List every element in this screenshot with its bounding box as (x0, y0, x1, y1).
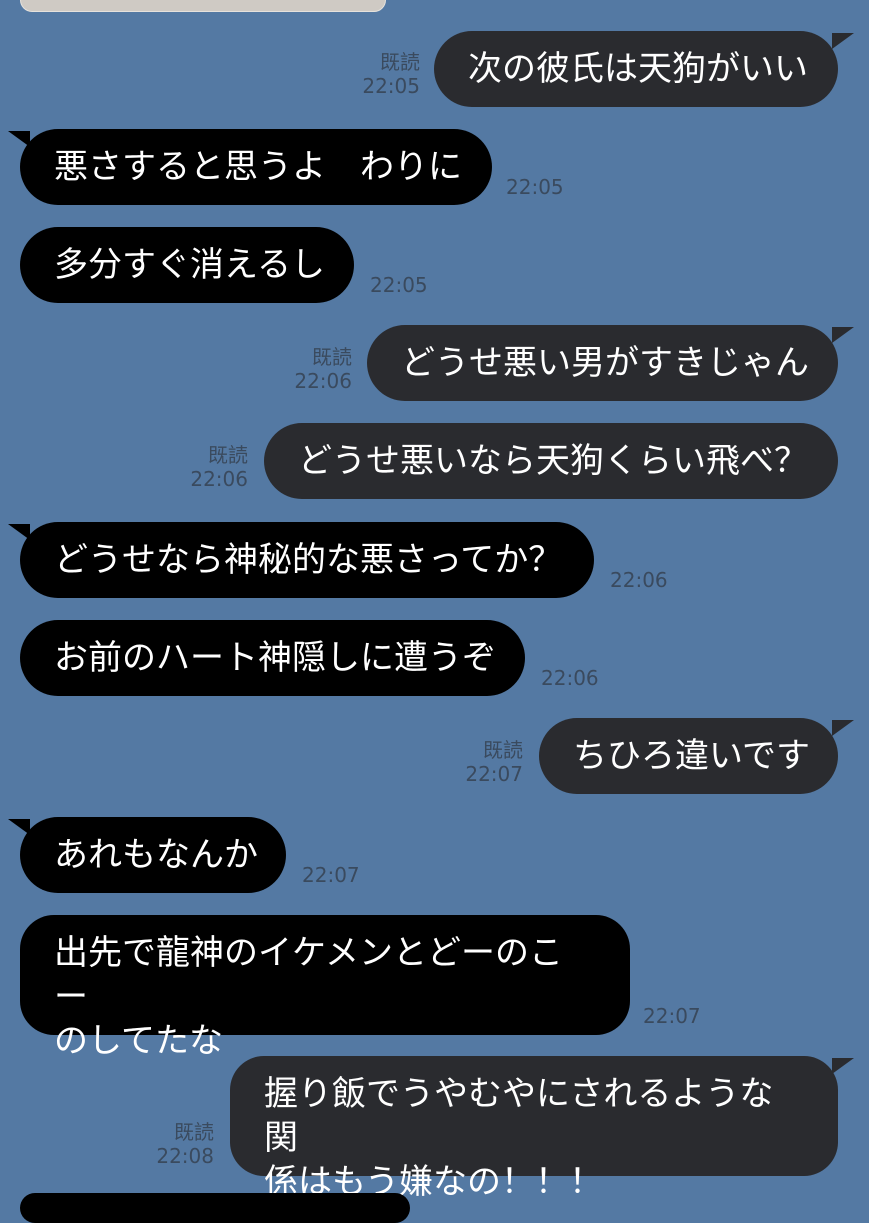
timestamp: 22:06 (541, 666, 599, 690)
bubble-tail (8, 524, 30, 540)
message-text: どうせ悪いなら天狗くらい飛べ？ (298, 441, 808, 481)
message-text: お前のハート神隠しに遭うぞ (54, 638, 496, 678)
message-bubble-outgoing[interactable]: どうせ悪い男がすきじゃん (367, 325, 838, 401)
message-text: どうせなら神秘的な悪さってか？ (54, 540, 563, 580)
bubble-tail (832, 327, 854, 343)
message-text-line: 握り飯でうやむやにされるような関 (264, 1074, 774, 1158)
bubble-tail (832, 1058, 854, 1074)
message-text: 悪さすると思うよ わりに (54, 147, 462, 187)
message-bubble-incoming[interactable]: 悪さすると思うよ わりに (20, 129, 492, 205)
message-bubble-incoming-partial[interactable] (20, 1193, 410, 1223)
read-receipt: 既読 (174, 1120, 214, 1144)
message-bubble-incoming[interactable]: お前のハート神隠しに遭うぞ (20, 620, 525, 696)
timestamp: 22:05 (506, 175, 564, 199)
message-bubble-outgoing[interactable]: どうせ悪いなら天狗くらい飛べ？ (264, 423, 838, 499)
message-meta: 既読 22:06 (272, 345, 352, 393)
message-bubble-incoming[interactable]: 出先で龍神のイケメンとどーのこー のしてたな (20, 915, 630, 1061)
message-bubble-outgoing[interactable]: 握り飯でうやむやにされるような関 係はもう嫌なの！！！ (230, 1056, 838, 1202)
bubble-tail (832, 33, 854, 49)
message-text: あれもなんか (54, 835, 258, 875)
timestamp: 22:05 (362, 74, 420, 98)
message-meta: 既読 22:07 (443, 738, 523, 786)
message-text-line: のしてたな (54, 1021, 223, 1061)
timestamp: 22:05 (370, 273, 428, 297)
message-meta: 既読 22:05 (340, 50, 420, 98)
timestamp: 22:08 (156, 1144, 214, 1168)
message-text: ちひろ違いです (573, 736, 810, 776)
read-receipt: 既読 (483, 738, 523, 762)
message-bubble-outgoing[interactable]: ちひろ違いです (539, 718, 838, 794)
shared-image-preview[interactable] (20, 0, 386, 12)
message-text-line: 出先で龍神のイケメンとどーのこー (54, 933, 563, 1017)
bubble-tail (8, 131, 30, 147)
timestamp: 22:06 (610, 568, 668, 592)
message-text: 次の彼氏は天狗がいい (468, 49, 808, 89)
message-text: どうせ悪い男がすきじゃん (401, 343, 809, 383)
read-receipt: 既読 (380, 50, 420, 74)
bubble-tail (832, 720, 854, 736)
message-text: 多分すぐ消えるし (54, 245, 325, 285)
message-bubble-incoming[interactable]: 多分すぐ消えるし (20, 227, 354, 303)
timestamp: 22:07 (465, 762, 523, 786)
message-meta: 既読 22:08 (134, 1120, 214, 1168)
message-bubble-outgoing[interactable]: 次の彼氏は天狗がいい (434, 31, 838, 107)
timestamp: 22:07 (302, 863, 360, 887)
timestamp: 22:07 (643, 1004, 701, 1028)
message-meta: 既読 22:06 (168, 443, 248, 491)
timestamp: 22:06 (190, 467, 248, 491)
message-bubble-incoming[interactable]: どうせなら神秘的な悪さってか？ (20, 522, 594, 598)
message-bubble-incoming[interactable]: あれもなんか (20, 817, 286, 893)
read-receipt: 既読 (312, 345, 352, 369)
timestamp: 22:06 (294, 369, 352, 393)
read-receipt: 既読 (208, 443, 248, 467)
bubble-tail (8, 819, 30, 835)
